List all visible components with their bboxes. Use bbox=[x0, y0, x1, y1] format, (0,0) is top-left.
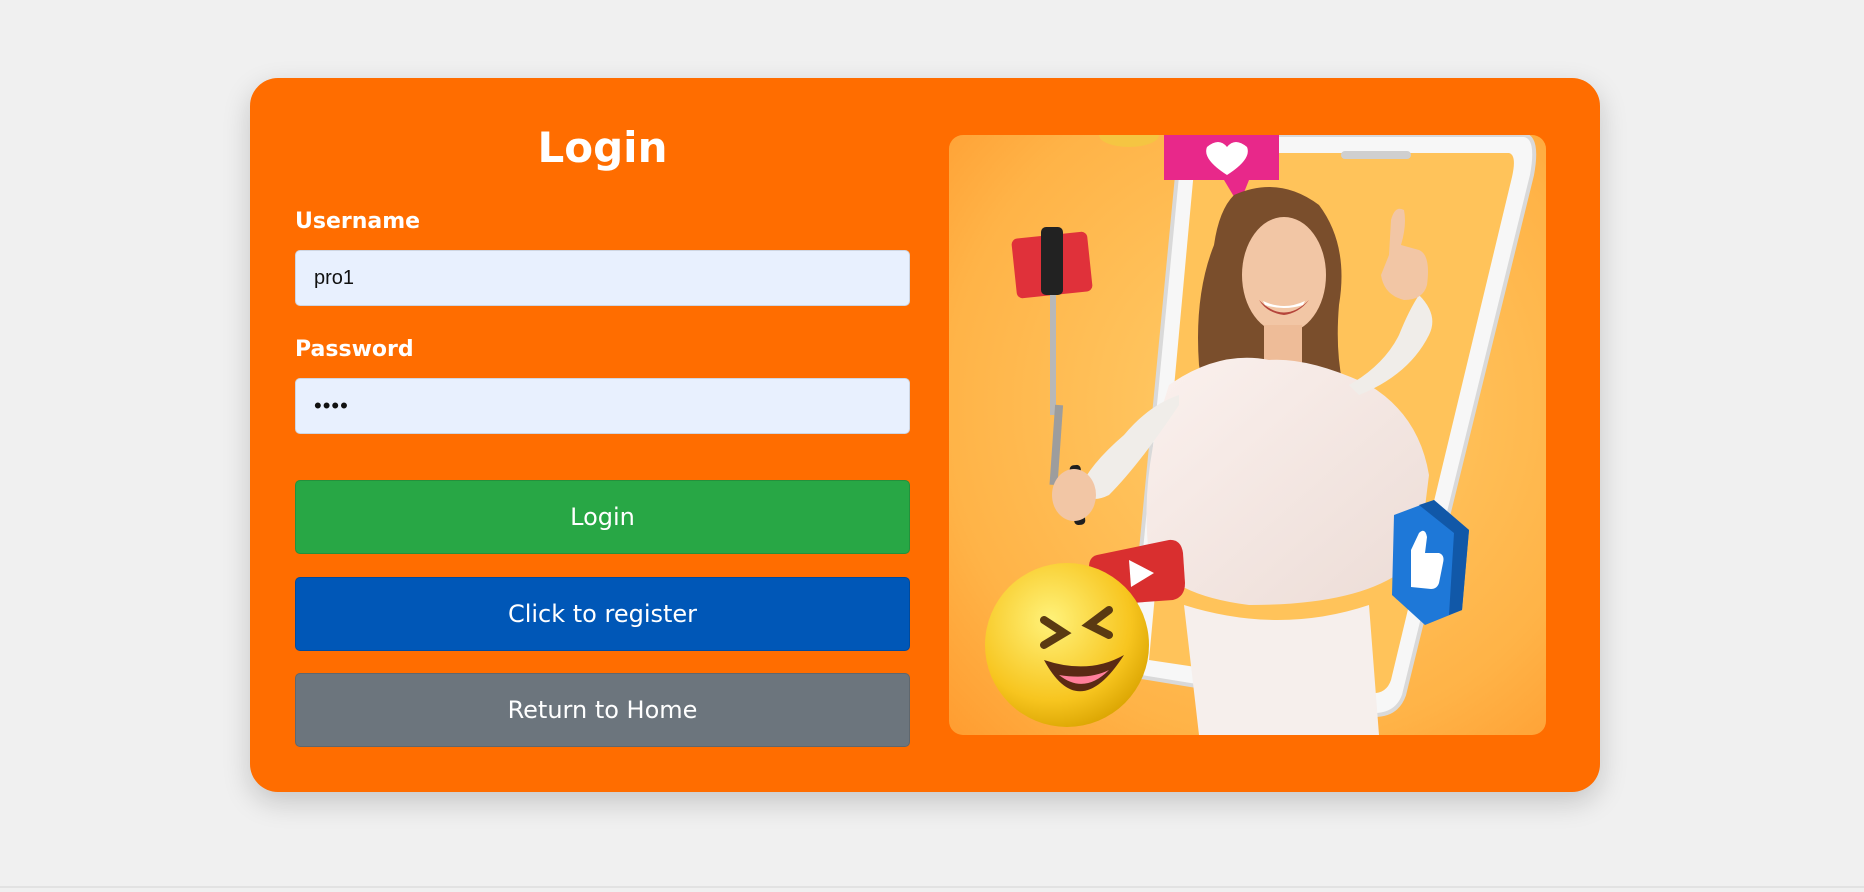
return-home-button[interactable]: Return to Home bbox=[295, 673, 910, 747]
login-form: Login Username Password Login Click to r… bbox=[295, 78, 910, 792]
username-input[interactable] bbox=[295, 250, 910, 306]
laughing-emoji-icon bbox=[985, 563, 1149, 727]
register-button[interactable]: Click to register bbox=[295, 577, 910, 651]
password-input[interactable] bbox=[295, 378, 910, 434]
hero-image bbox=[949, 135, 1546, 735]
page-title: Login bbox=[537, 123, 668, 172]
page-bottom-divider bbox=[0, 886, 1864, 888]
login-button[interactable]: Login bbox=[295, 480, 910, 554]
login-card: Login Username Password Login Click to r… bbox=[250, 78, 1600, 792]
password-label: Password bbox=[295, 337, 414, 362]
username-label: Username bbox=[295, 209, 421, 234]
